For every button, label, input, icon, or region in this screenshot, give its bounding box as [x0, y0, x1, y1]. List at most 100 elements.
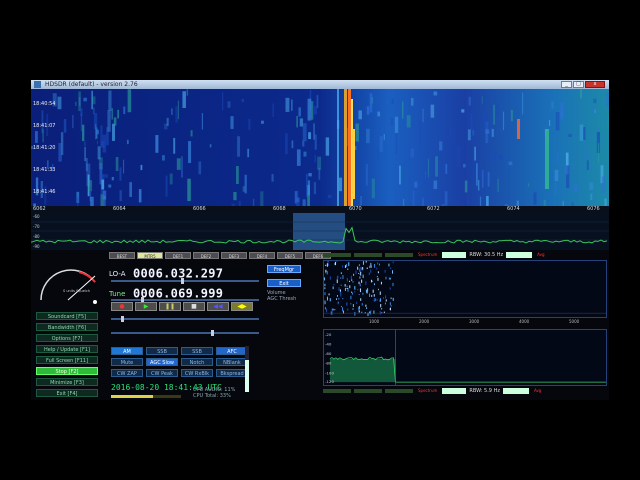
band-tab[interactable]: BEST [109, 252, 135, 259]
exit-button[interactable]: Exit [267, 279, 301, 287]
spectrum-label[interactable]: Spectrum [416, 388, 439, 394]
squelch-slider[interactable] [111, 316, 259, 322]
mode-buttons: AM SSB SSB AFC Mute AGC Slow Notch NBlank CW ZAP… [111, 347, 248, 377]
record-button[interactable]: ● [111, 302, 133, 311]
band-tab[interactable]: DEF5 [277, 252, 303, 259]
mode-button[interactable]: SSB [146, 347, 178, 355]
lo-row: LO-A 0006.032.297 [109, 263, 223, 281]
freqmgr-button[interactable]: FreqMgr [267, 265, 301, 273]
maximize-button[interactable]: □ [573, 81, 584, 88]
zoom-tick: 1000 [369, 319, 380, 324]
band-tab[interactable]: DEF2 [193, 252, 219, 259]
s-meter: S units Squelch [40, 269, 97, 304]
audio-db-label: -100 [325, 370, 335, 375]
mode-button[interactable]: CW Peak [146, 369, 178, 377]
rbw-label: RBW: 30.5 Hz [469, 251, 504, 258]
band-tab[interactable]: DEF3 [221, 252, 247, 259]
db-label: -60 [33, 214, 40, 219]
spectrum-box [442, 387, 467, 394]
spectrum-display[interactable]: -60 -70 -80 -90 [31, 213, 609, 250]
left-button[interactable]: Options [F7] [36, 334, 98, 342]
zoomed-waterfall[interactable] [323, 260, 607, 318]
mode-button[interactable]: AM [111, 347, 143, 355]
mode-button[interactable]: Bkspread [216, 369, 248, 377]
audio-db-label: -40 [325, 341, 332, 346]
mode-button[interactable]: SSB [181, 347, 213, 355]
band-tab[interactable]: MTR5 [137, 252, 163, 259]
lo-frequency[interactable]: 0006.032.297 [133, 267, 223, 281]
spectrum-label[interactable]: Spectrum [416, 252, 439, 258]
frequency-ruler[interactable]: 6062 6064 6066 6068 6070 6072 6074 6076 [31, 206, 609, 213]
lo-label: LO-A [109, 269, 126, 278]
lo-slider[interactable] [111, 278, 259, 284]
freq-tick: 6066 [193, 206, 206, 212]
left-button[interactable]: Help / Update [F1] [36, 345, 98, 353]
cpu-total: CPU Total: 33% [193, 393, 231, 399]
transport-controls: ● ▶ ❚❚ ■ ◀◀ ◀▶ [111, 302, 253, 311]
close-button[interactable]: x [585, 81, 605, 88]
mode-button[interactable]: AGC Slow [146, 358, 178, 366]
play-button[interactable]: ▶ [135, 302, 157, 311]
band-tabs: BEST MTR5 DEF1 DEF2 DEF3 DEF4 DEF5 DEF6 [109, 252, 331, 259]
left-button[interactable]: Stop [F2] [36, 367, 98, 375]
db-label: -80 [33, 234, 40, 239]
mode-button[interactable]: Notch [181, 358, 213, 366]
mode-button[interactable]: CW RxBlk [181, 369, 213, 377]
db-label: -70 [33, 224, 40, 229]
waterfall-display[interactable]: 18:40:54 18:41:07 18:41:20 18:41:33 18:4… [31, 89, 609, 206]
zoom-box [502, 387, 529, 394]
volume-slider[interactable] [111, 297, 259, 303]
filter-passband [293, 213, 345, 250]
tune-row: Tune 0006.069.999 [109, 283, 223, 301]
avg-label[interactable]: Avg [535, 252, 546, 258]
zoom-tick: 2000 [419, 319, 430, 324]
time-label: 18:41:07 [33, 123, 55, 129]
left-button[interactable]: Bandwidth [F6] [36, 323, 98, 331]
audio-db-label: -60 [325, 351, 332, 356]
spectrum-box [442, 251, 467, 258]
time-label: 18:40:54 [33, 101, 55, 107]
left-button[interactable]: Exit [F4] [36, 389, 98, 397]
rewind-button[interactable]: ◀◀ [207, 302, 229, 311]
mode-button[interactable]: Mute [111, 358, 143, 366]
time-label: 18:41:46 [33, 189, 55, 195]
zoom-header: Spectrum RBW: 30.5 Hz Avg [323, 251, 547, 258]
pause-button[interactable]: ❚❚ [159, 302, 181, 311]
right-panel: Spectrum RBW: 30.5 Hz Avg 1000 2000 3000… [319, 250, 609, 400]
left-button[interactable]: Minimize [F3] [36, 378, 98, 386]
audio-db-label: -80 [325, 361, 332, 366]
buffer-progress [111, 395, 181, 398]
freq-tick: 6074 [507, 206, 520, 212]
freq-tick: 6070 [349, 206, 362, 212]
stop-button[interactable]: ■ [183, 302, 205, 311]
time-label: 18:41:33 [33, 167, 55, 173]
title-bar[interactable]: HDSDR (default) - version 2.76 _ □ x [31, 80, 609, 89]
mode-button[interactable]: NBlank [216, 358, 248, 366]
left-button[interactable]: Soundcard [F5] [36, 312, 98, 320]
zoom-tick: 5000 [569, 319, 580, 324]
audio-spectrum[interactable]: -20 -40 -60 -80 -100 -120 [323, 329, 607, 386]
band-tab[interactable]: DEF1 [165, 252, 191, 259]
agc-slider[interactable] [111, 330, 259, 336]
control-panel: S units Squelch Soundcard [F5] Bandwidth … [31, 250, 609, 400]
s-meter-label: S units Squelch [63, 289, 90, 293]
freq-tick: 6076 [587, 206, 600, 212]
s-meter-needle [67, 275, 96, 301]
freq-tick: 6068 [273, 206, 286, 212]
audio-header: Spectrum RBW: 5.9 Hz Avg [323, 387, 543, 394]
left-button-column: Soundcard [F5] Bandwidth [F6] Options [F7]… [36, 312, 98, 400]
hdsdr-window: HDSDR (default) - version 2.76 _ □ x 18:… [31, 80, 609, 400]
band-tab[interactable]: DEF4 [249, 252, 275, 259]
rbw-label: RBW: 5.9 Hz [469, 387, 500, 394]
minimize-button[interactable]: _ [561, 81, 572, 88]
left-button[interactable]: Full Screen [F11] [36, 356, 98, 364]
mode-button[interactable]: CW ZAP [111, 369, 143, 377]
mode-button[interactable]: AFC [216, 347, 248, 355]
avg-label[interactable]: Avg [532, 388, 543, 394]
audio-db-label: -120 [325, 379, 335, 384]
loop-button[interactable]: ◀▶ [231, 302, 253, 311]
audio-db-label: -20 [325, 332, 332, 337]
app-icon [34, 81, 41, 88]
time-label: 18:41:20 [33, 145, 55, 151]
db-label: -90 [33, 244, 40, 249]
